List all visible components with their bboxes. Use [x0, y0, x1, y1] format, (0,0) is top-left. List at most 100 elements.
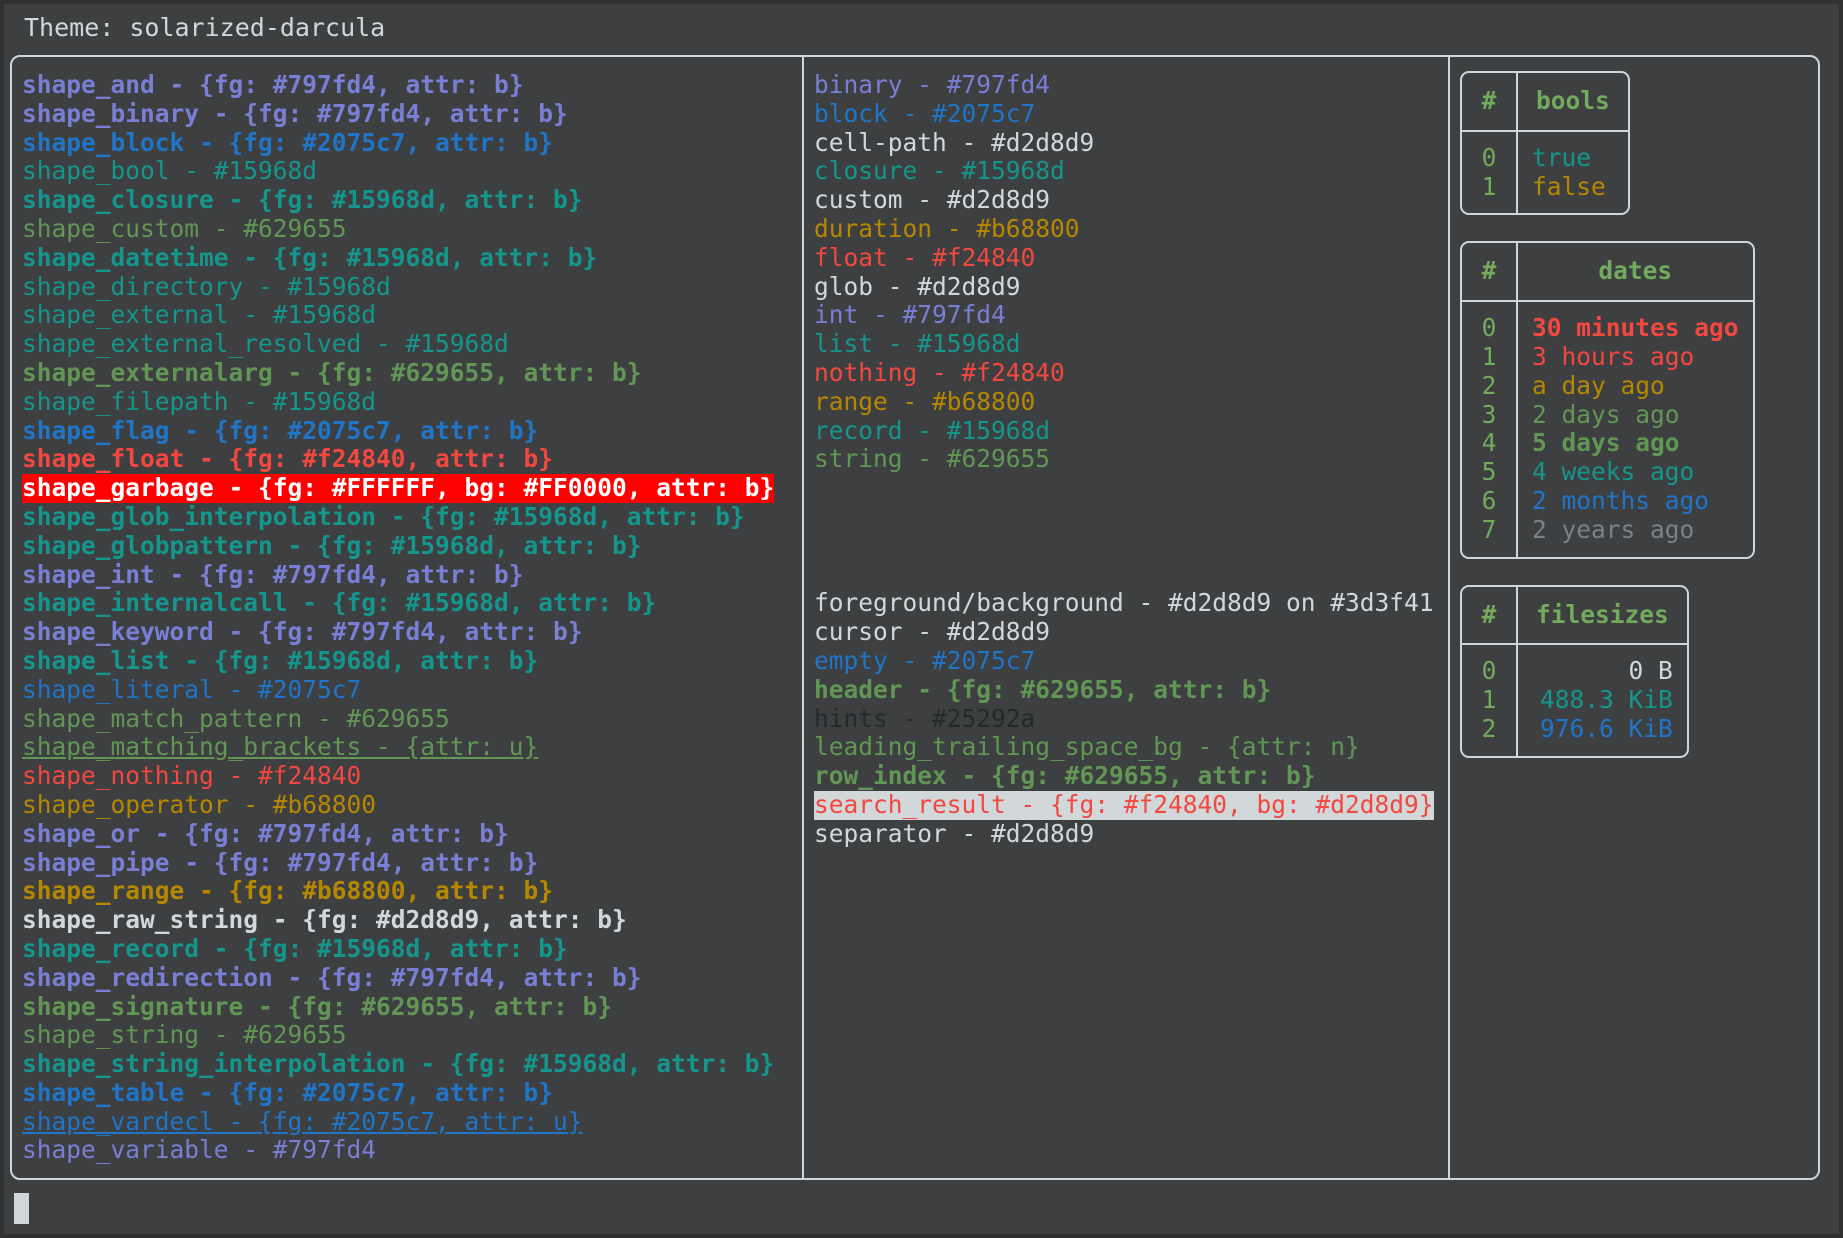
theme-entry: shape_datetime - {fg: #15968d, attr: b} [22, 242, 598, 272]
table-row-value: 5 days ago [1532, 428, 1680, 458]
theme-entry: shape_list - {fg: #15968d, attr: b} [22, 645, 539, 675]
theme-entry: shape_closure - {fg: #15968d, attr: b} [22, 185, 583, 215]
table-value-cell: 30 minutes ago 3 hours ago a day ago 2 days… [1518, 302, 1753, 556]
theme-entry: shape_raw_string - {fg: #d2d8d9, attr: b… [22, 905, 627, 935]
table-bools: # bools 0 1 true false [1460, 71, 1630, 216]
theme-entry: shape_bool - #15968d [22, 156, 318, 186]
window-edge-right [1839, 0, 1843, 1238]
theme-entry: shape_garbage - {fg: #FFFFFF, bg: #FF000… [22, 473, 775, 503]
tables-column: # bools 0 1 true false # dates 0 1 2 3 4 5 6 7 30 minute… [1460, 57, 1810, 1178]
theme-entry: glob - #d2d8d9 [814, 271, 1021, 301]
column-header-index: # [1462, 73, 1518, 132]
theme-entry: shape_variable - #797fd4 [22, 1135, 377, 1165]
theme-entry: search_result - {fg: #f24840, bg: #d2d8d… [814, 789, 1434, 820]
theme-entry: int - #797fd4 [814, 300, 1006, 330]
table-header-row: # dates [1462, 243, 1753, 303]
column-header-value: dates [1518, 243, 1753, 303]
table-row-index: 0 [1481, 142, 1497, 172]
theme-entry: duration - #b68800 [814, 213, 1080, 243]
theme-entry: string - #629655 [814, 444, 1051, 474]
theme-entry: empty - #2075c7 [814, 645, 1036, 675]
table-row-value: false [1532, 171, 1606, 201]
theme-entry-highlighted: shape_garbage - {fg: #FFFFFF, bg: #FF000… [22, 473, 792, 503]
theme-entry: list - #15968d [814, 329, 1021, 359]
table-row-value: 0 B [1628, 656, 1673, 686]
theme-entry: shape_or - {fg: #797fd4, attr: b} [22, 818, 509, 848]
window-edge-top [0, 0, 1843, 4]
table-row-index: 0 [1481, 313, 1497, 343]
theme-entry: shape_matching_brackets - {attr: u} [22, 732, 539, 762]
table-row-index: 2 [1481, 713, 1497, 743]
table-body-row: 0 1 true false [1462, 131, 1628, 214]
theme-entry: shape_custom - #629655 [22, 213, 347, 243]
theme-entry: shape_string_interpolation - {fg: #15968… [22, 1049, 775, 1079]
table-index-cell: 01234567 [1462, 302, 1518, 557]
theme-entry: shape_glob_interpolation - {fg: #15968d,… [22, 501, 745, 531]
window-edge-left [0, 0, 4, 1238]
table-value-cell: 0 B 488.3 KiB 976.6 KiB [1518, 645, 1687, 755]
theme-entry: row_index - {fg: #629655, attr: b} [814, 761, 1316, 791]
column-header-value: filesizes [1518, 587, 1687, 646]
table-row-index: 1 [1481, 341, 1497, 371]
column-header-index: # [1462, 586, 1518, 646]
theme-entry: shape_pipe - {fg: #797fd4, attr: b} [22, 847, 539, 877]
table-row-index: 3 [1481, 399, 1497, 429]
table-row-index: 6 [1481, 485, 1497, 515]
theme-entry: shape_nothing - #f24840 [22, 761, 362, 791]
theme-entry: shape_string - #629655 [22, 1020, 347, 1050]
theme-entry: shape_record - {fg: #15968d, attr: b} [22, 933, 568, 963]
terminal-window: Theme: solarized-darcula shape_and - {fg… [0, 0, 1843, 1238]
theme-entry: shape_and - {fg: #797fd4, attr: b} [22, 70, 524, 99]
theme-entry: shape_operator - #b68800 [22, 789, 377, 819]
table-filesizes: # filesizes 0 1 2 0 B 488.3 KiB 976.6 KiB [1460, 584, 1689, 758]
table-row-value: true [1532, 142, 1592, 172]
column-separator-1 [802, 57, 804, 1178]
table-row-value: 3 hours ago [1532, 341, 1695, 371]
theme-entry: cell-path - #d2d8d9 [814, 127, 1095, 157]
table-row-value: 976.6 KiB [1540, 713, 1673, 743]
table-row-index: 0 [1481, 656, 1497, 686]
table-row-value: 2 years ago [1532, 514, 1695, 544]
table-index-cell: 012 [1462, 645, 1518, 756]
column-separator-2 [1448, 57, 1450, 1178]
table-row-index: 5 [1481, 457, 1497, 487]
terminal-cursor [14, 1193, 29, 1224]
theme-entry: shape_external - #15968d [22, 300, 377, 330]
theme-preview-panel: shape_and - {fg: #797fd4, attr: b} shape_… [10, 55, 1820, 1180]
table-row-index: 1 [1481, 171, 1497, 201]
table-row-value: 4 weeks ago [1532, 457, 1695, 487]
theme-entry: range - #b68800 [814, 386, 1036, 416]
theme-label: Theme: solarized-darcula [24, 13, 386, 42]
table-row-value: 488.3 KiB [1540, 685, 1673, 715]
theme-entry: shape_binary - {fg: #797fd4, attr: b} [22, 98, 568, 128]
theme-entry: shape_redirection - {fg: #797fd4, attr: … [22, 962, 642, 992]
table-header-row: # filesizes [1462, 586, 1687, 646]
table-row-index: 4 [1481, 428, 1497, 458]
theme-entry: shape_signature - {fg: #629655, attr: b} [22, 991, 613, 1021]
table-row-value: a day ago [1532, 370, 1665, 400]
theme-entry: leading_trailing_space_bg - {attr: n} [814, 732, 1360, 762]
theme-entry: shape_external_resolved - #15968d [22, 329, 509, 359]
theme-entry: shape_internalcall - {fg: #15968d, attr:… [22, 588, 657, 618]
theme-entry: shape_keyword - {fg: #797fd4, attr: b} [22, 617, 583, 647]
theme-entry: shape_float - {fg: #f24840, attr: b} [22, 444, 554, 474]
theme-entry: shape_range - {fg: #b68800, attr: b} [22, 876, 554, 906]
table-row-value: 30 minutes ago [1532, 313, 1739, 343]
table-body-row: 0120 B 488.3 KiB 976.6 KiB [1462, 645, 1687, 756]
table-body-row: 0 1 2 3 4 5 6 7 30 minutes ago 3 hours ago a day a… [1462, 302, 1753, 557]
theme-entry: shape_int - {fg: #797fd4, attr: b} [22, 559, 524, 589]
theme-entry: shape_vardecl - {fg: #2075c7, attr: u} [22, 1106, 583, 1136]
theme-entry: closure - #15968d [814, 156, 1065, 186]
shapes-column: shape_and - {fg: #797fd4, attr: b} shape_… [22, 57, 792, 1178]
table-header-row: # bools [1462, 73, 1628, 132]
types-column: binary - #797fd4 block - #2075c7 cell-path… [814, 57, 1434, 1178]
table-row-index: 1 [1481, 685, 1497, 715]
theme-entry-highlighted: search_result - {fg: #f24840, bg: #d2d8d… [814, 789, 1434, 820]
theme-entry: cursor - #d2d8d9 [814, 617, 1051, 647]
theme-entry: shape_flag - {fg: #2075c7, attr: b} [22, 415, 539, 445]
theme-entry: block - #2075c7 [814, 98, 1036, 128]
theme-entry: shape_block - {fg: #2075c7, attr: b} [22, 127, 554, 157]
table-row-value: 2 days ago [1532, 399, 1680, 429]
theme-entry: shape_table - {fg: #2075c7, attr: b} [22, 1077, 554, 1107]
theme-entry: binary - #797fd4 [814, 70, 1051, 99]
